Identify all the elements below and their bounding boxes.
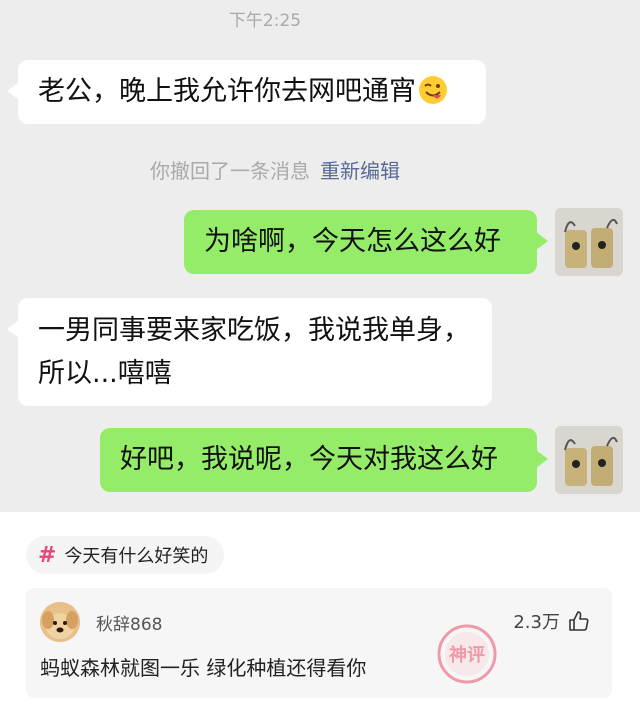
thumbs-up-icon xyxy=(569,611,589,631)
dog-avatar-icon xyxy=(40,602,80,642)
topic-label: 今天有什么好笑的 xyxy=(64,546,209,567)
cans-avatar-icon xyxy=(555,426,623,494)
message-bubble-incoming[interactable]: 老公，晚上我允许你去网吧通宵 xyxy=(7,60,486,124)
watermark-stamp: 神评 xyxy=(437,624,497,684)
watermark-text: 神评 xyxy=(449,644,485,666)
hash-icon: # xyxy=(38,542,57,568)
message-text: 为啥啊，今天怎么这么好 xyxy=(204,226,501,257)
message-bubble-outgoing[interactable]: 为啥啊，今天怎么这么好 xyxy=(184,210,548,274)
recall-notice: 你撤回了一条消息 重新编辑 xyxy=(0,155,550,184)
message-timestamp: 下午2:25 xyxy=(228,11,302,31)
like-button[interactable]: 2.3万 xyxy=(513,608,590,634)
like-count: 2.3万 xyxy=(513,612,560,633)
recall-text: 你撤回了一条消息 xyxy=(150,159,310,183)
commenter-username[interactable]: 秋辞868 xyxy=(96,610,162,635)
message-text: 好吧，我说呢，今天对我这么好 xyxy=(120,444,498,475)
sender-avatar[interactable] xyxy=(555,426,623,494)
commenter-avatar[interactable] xyxy=(40,602,80,642)
top-comment[interactable]: 秋辞868 2.3万 蚂蚁森林就图一乐 绿化种植还得看你 神评 xyxy=(26,588,612,698)
chat-area: 下午2:25 老公，晚上我允许你去网吧通宵 你撤回了一条消息 重新编辑 为啥啊，今… xyxy=(0,0,640,512)
wink-tongue-emoji-icon xyxy=(419,76,447,104)
cans-avatar-icon xyxy=(555,208,623,276)
comment-text: 蚂蚁森林就图一乐 绿化种植还得看你 xyxy=(40,656,367,680)
re-edit-link[interactable]: 重新编辑 xyxy=(320,159,400,183)
message-text: 老公，晚上我允许你去网吧通宵 xyxy=(38,76,416,107)
message-bubble-outgoing[interactable]: 好吧，我说呢，今天对我这么好 xyxy=(100,428,548,492)
message-line: 所以...嘻嘻 xyxy=(38,358,172,389)
message-line: 一男同事要来家吃饭，我说我单身， xyxy=(38,315,470,346)
topic-tag[interactable]: # 今天有什么好笑的 xyxy=(26,536,225,574)
comment-section: # 今天有什么好笑的 秋辞868 2.3万 蚂蚁森林就图一乐 绿化种植还得看你 xyxy=(0,512,640,705)
message-bubble-incoming[interactable]: 一男同事要来家吃饭，我说我单身， 所以...嘻嘻 xyxy=(7,298,492,406)
sender-avatar[interactable] xyxy=(555,208,623,276)
